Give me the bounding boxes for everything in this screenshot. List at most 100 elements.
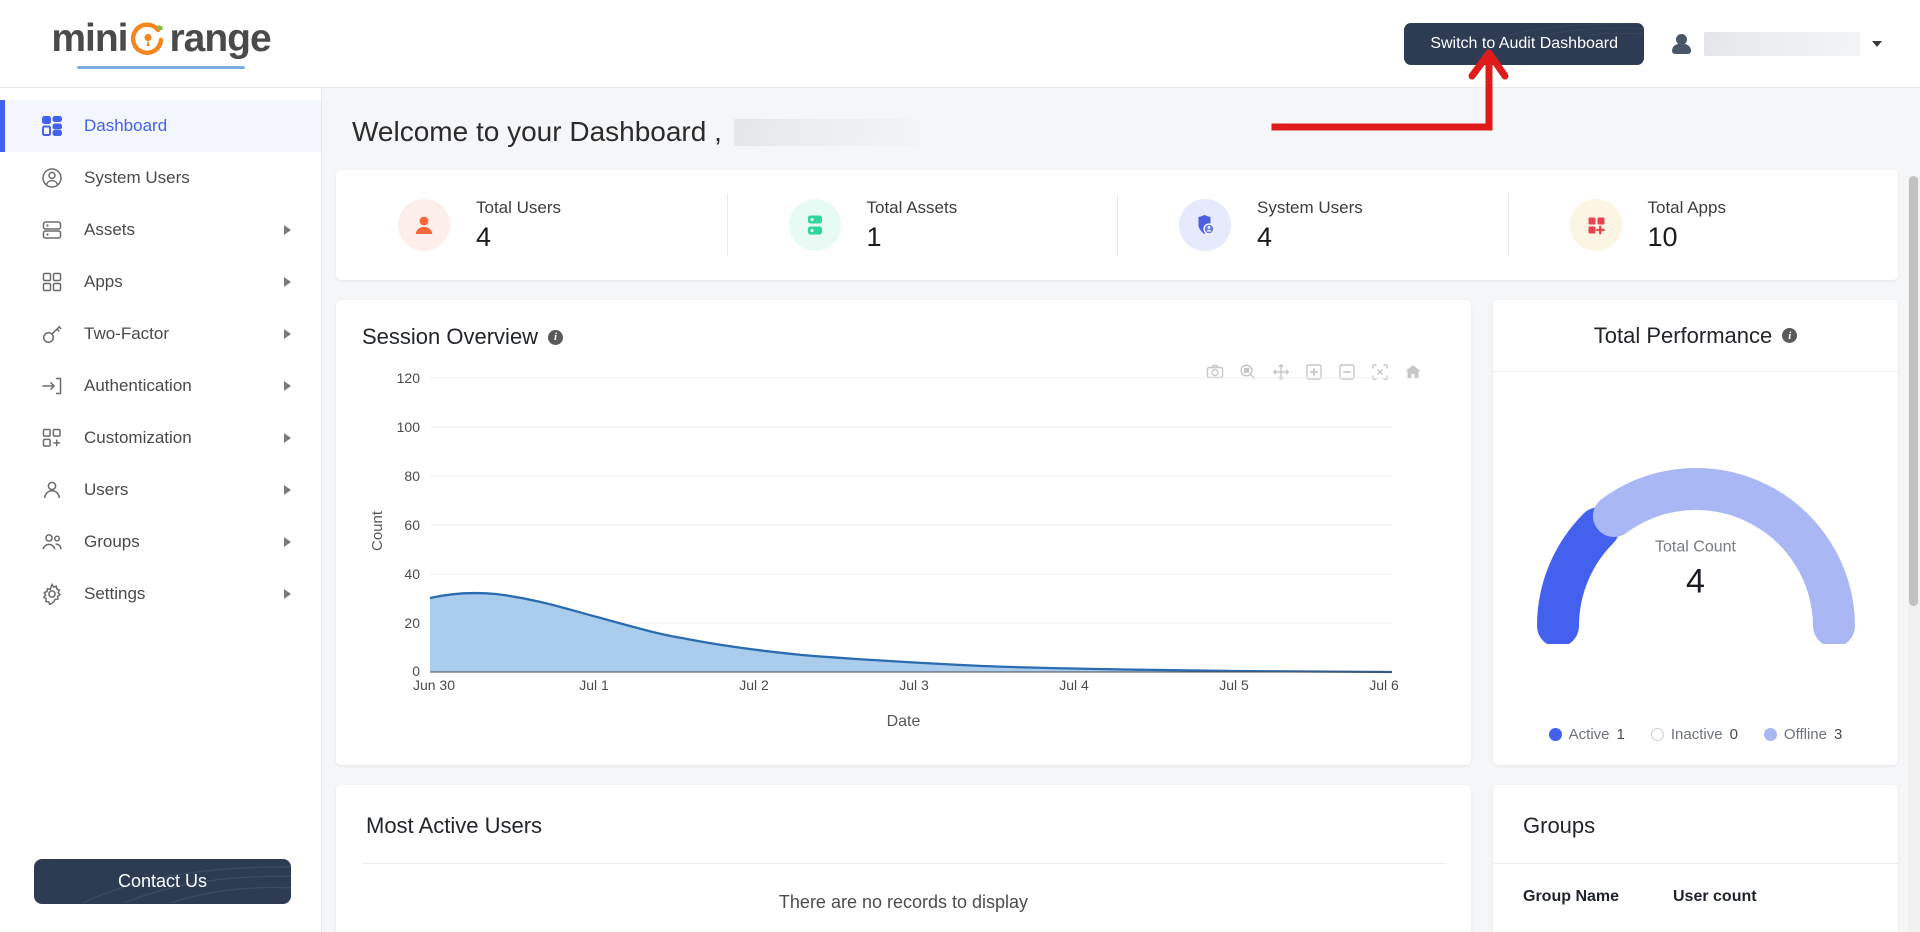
legend-value: 0 xyxy=(1729,726,1738,743)
stat-card-system-users[interactable]: System Users 4 xyxy=(1117,170,1508,280)
svg-text:Jul 6: Jul 6 xyxy=(1369,677,1399,693)
dashboard-grid-icon xyxy=(40,114,64,138)
info-icon[interactable]: i xyxy=(1782,328,1798,343)
svg-text:Jul 1: Jul 1 xyxy=(579,677,609,693)
legend-item-offline[interactable]: Offline 3 xyxy=(1763,726,1842,743)
most-active-users-empty-text: There are no records to display xyxy=(778,892,1029,912)
stat-value: 4 xyxy=(476,221,492,252)
welcome-text: Welcome to your Dashboard , xyxy=(352,116,722,147)
x-axis-title: Date xyxy=(886,713,921,730)
chevron-down-icon[interactable] xyxy=(1872,40,1882,47)
stat-card-total-users[interactable]: Total Users 4 xyxy=(336,170,727,280)
sidebar-item-label: Groups xyxy=(84,532,140,551)
gauge-value: 4 xyxy=(1686,562,1705,601)
key-icon xyxy=(40,322,64,346)
legend-item-active[interactable]: Active 1 xyxy=(1548,726,1625,743)
svg-text:Jun 30: Jun 30 xyxy=(413,677,455,693)
total-performance-title-text: Total Performance xyxy=(1593,322,1773,348)
sidebar: Dashboard System Users Assets Apps Two-F… xyxy=(0,88,322,932)
sidebar-item-label: Settings xyxy=(84,584,146,603)
legend-dot-offline xyxy=(1763,728,1777,741)
top-bar: mini range Switch to Audit Dashboard xyxy=(0,0,1920,88)
people-icon xyxy=(40,530,64,554)
chevron-right-icon[interactable] xyxy=(284,277,291,287)
stat-card-total-apps[interactable]: Total Apps 10 xyxy=(1507,170,1899,280)
groups-card: Groups Group Name User count xyxy=(1493,785,1898,932)
session-area-fill xyxy=(430,593,1392,672)
sidebar-item-groups[interactable]: Groups xyxy=(0,516,321,568)
sidebar-item-two-factor[interactable]: Two-Factor xyxy=(0,308,321,360)
stat-label: Total Apps xyxy=(1647,197,1726,217)
info-icon[interactable]: i xyxy=(548,329,564,345)
sidebar-item-label: Apps xyxy=(84,272,123,291)
contact-us-label: Contact Us xyxy=(117,871,208,891)
session-overview-title: Session Overview i xyxy=(362,324,1445,350)
total-performance-title: Total Performance i xyxy=(1594,323,1798,349)
svg-text:100: 100 xyxy=(397,419,421,435)
person-icon xyxy=(40,478,64,502)
server-filled-icon xyxy=(788,199,841,251)
session-overview-title-text: Session Overview xyxy=(362,324,539,349)
vertical-scrollbar[interactable] xyxy=(1908,176,1920,932)
shield-user-icon xyxy=(1179,199,1231,251)
sidebar-item-authentication[interactable]: Authentication xyxy=(0,360,321,412)
switch-to-audit-dashboard-label: Switch to Audit Dashboard xyxy=(1430,34,1618,52)
sidebar-item-label: Users xyxy=(84,480,129,499)
sidebar-item-system-users[interactable]: System Users xyxy=(0,152,321,204)
performance-legend: Active 1 Inactive 0 Offline 3 xyxy=(1493,726,1898,765)
sidebar-item-label: Assets xyxy=(84,220,136,239)
sidebar-item-customization[interactable]: Customization xyxy=(0,412,321,464)
legend-value: 1 xyxy=(1616,726,1625,743)
logo-text: mini range xyxy=(51,17,271,60)
session-area-chart: 120 100 80 60 40 20 0 Count Jun 30 Jul 1… xyxy=(369,370,1399,711)
grid-plus-icon xyxy=(40,426,64,450)
user-avatar-icon xyxy=(1670,32,1692,56)
stats-strip: Total Users 4 Total Assets 1 System User… xyxy=(336,170,1898,280)
chevron-right-icon[interactable] xyxy=(284,225,291,235)
session-overview-card: Session Overview i 120 100 80 60 40 20 0… xyxy=(336,300,1471,765)
stat-value: 1 xyxy=(866,221,882,252)
sidebar-nav: Dashboard System Users Assets Apps Two-F… xyxy=(0,88,321,859)
chevron-right-icon[interactable] xyxy=(284,381,291,391)
logo-underline xyxy=(77,65,245,69)
sidebar-item-dashboard[interactable]: Dashboard xyxy=(0,100,321,152)
chevron-right-icon[interactable] xyxy=(284,329,291,339)
bottom-row: Most Active Users There are no records t… xyxy=(336,785,1898,932)
chevron-right-icon[interactable] xyxy=(284,537,291,547)
top-bar-right: Switch to Audit Dashboard xyxy=(1404,22,1920,65)
sidebar-item-label: System Users xyxy=(84,168,190,187)
sidebar-item-users[interactable]: Users xyxy=(0,464,321,516)
svg-text:Jul 3: Jul 3 xyxy=(899,677,929,693)
stat-value: 4 xyxy=(1257,221,1273,252)
legend-item-inactive[interactable]: Inactive 0 xyxy=(1650,726,1738,743)
user-menu[interactable] xyxy=(1670,31,1882,56)
session-overview-plot[interactable]: 120 100 80 60 40 20 0 Count Jun 30 Jul 1… xyxy=(362,366,1445,730)
stat-label: Total Users xyxy=(476,197,562,217)
chevron-right-icon[interactable] xyxy=(284,433,291,443)
column-header-group-name: Group Name xyxy=(1523,888,1620,905)
gear-icon xyxy=(40,582,64,606)
sidebar-item-assets[interactable]: Assets xyxy=(0,204,321,256)
svg-text:40: 40 xyxy=(404,566,420,582)
chevron-right-icon[interactable] xyxy=(284,589,291,599)
sidebar-item-apps[interactable]: Apps xyxy=(0,256,321,308)
stat-label: System Users xyxy=(1257,197,1363,217)
switch-to-audit-dashboard-button[interactable]: Switch to Audit Dashboard xyxy=(1404,22,1644,65)
stat-card-total-assets[interactable]: Total Assets 1 xyxy=(726,170,1118,280)
logo-text-range: range xyxy=(169,17,271,60)
contact-us-button[interactable]: Contact Us xyxy=(34,859,291,904)
legend-label: Offline xyxy=(1783,726,1827,743)
chevron-right-icon[interactable] xyxy=(284,485,291,495)
sidebar-item-label: Authentication xyxy=(84,376,192,395)
sidebar-item-label: Customization xyxy=(84,428,192,447)
gauge-label: Total Count xyxy=(1655,538,1736,556)
logo-area[interactable]: mini range xyxy=(0,19,322,69)
page-title: Welcome to your Dashboard , xyxy=(336,88,1898,170)
scrollbar-thumb[interactable] xyxy=(1909,176,1918,606)
svg-text:Jul 5: Jul 5 xyxy=(1219,677,1249,693)
server-icon xyxy=(40,218,64,242)
apps-plus-icon xyxy=(1569,199,1622,251)
sidebar-item-settings[interactable]: Settings xyxy=(0,568,321,620)
legend-label: Active xyxy=(1568,726,1610,743)
svg-text:2023: 2023 xyxy=(418,695,449,696)
